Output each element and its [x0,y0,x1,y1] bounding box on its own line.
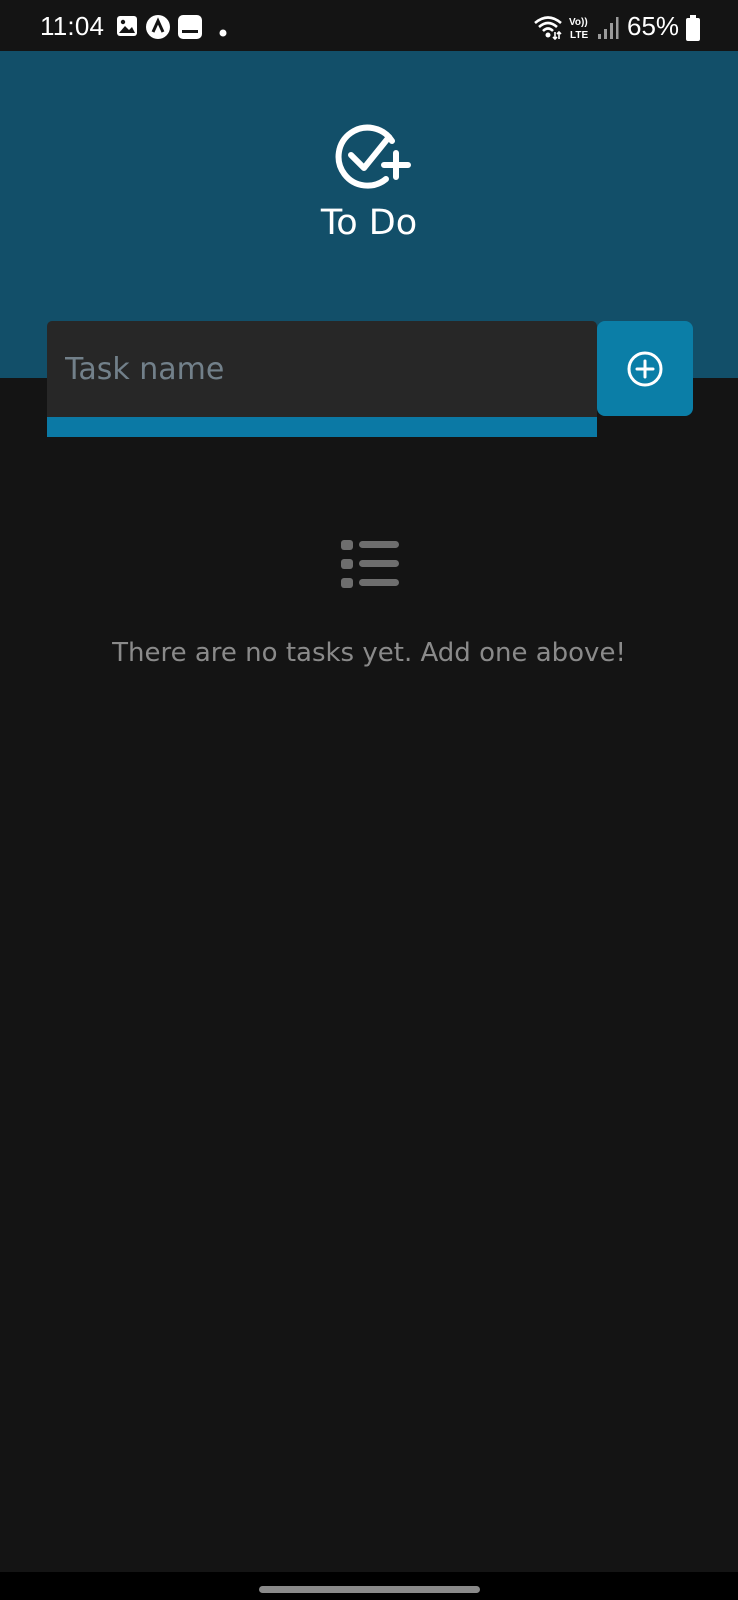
app-a-icon [146,15,170,43]
plus-circle-icon [627,351,663,387]
signal-icon [597,16,619,44]
svg-text:LTE: LTE [570,30,588,41]
app-window-icon [178,15,202,43]
task-name-input[interactable] [65,343,575,395]
task-input-container [47,321,597,437]
status-time: 11:04 [40,11,105,41]
battery-percent: 65% [627,11,680,41]
wifi-icon [533,14,563,44]
dot-icon [219,22,227,41]
status-bar: 11:04 Vo)) LTE 65% [0,0,738,51]
app-screen: 11:04 Vo)) LTE 65% To Do Task name There… [0,0,738,1600]
app-title: To Do [320,203,418,243]
add-task-button[interactable] [597,321,693,416]
empty-state-message: There are no tasks yet. Add one above! [112,638,626,668]
task-input-box [47,321,597,417]
home-gesture-handle[interactable] [259,1586,480,1593]
volte-icon: Vo)) LTE [567,14,593,46]
task-input-underline [47,417,597,437]
battery-icon [686,15,700,45]
list-icon [339,538,401,590]
image-icon [116,15,138,41]
navigation-bar [0,1572,738,1600]
svg-text:Vo)): Vo)) [569,17,588,28]
check-circle-plus-icon [334,119,412,189]
